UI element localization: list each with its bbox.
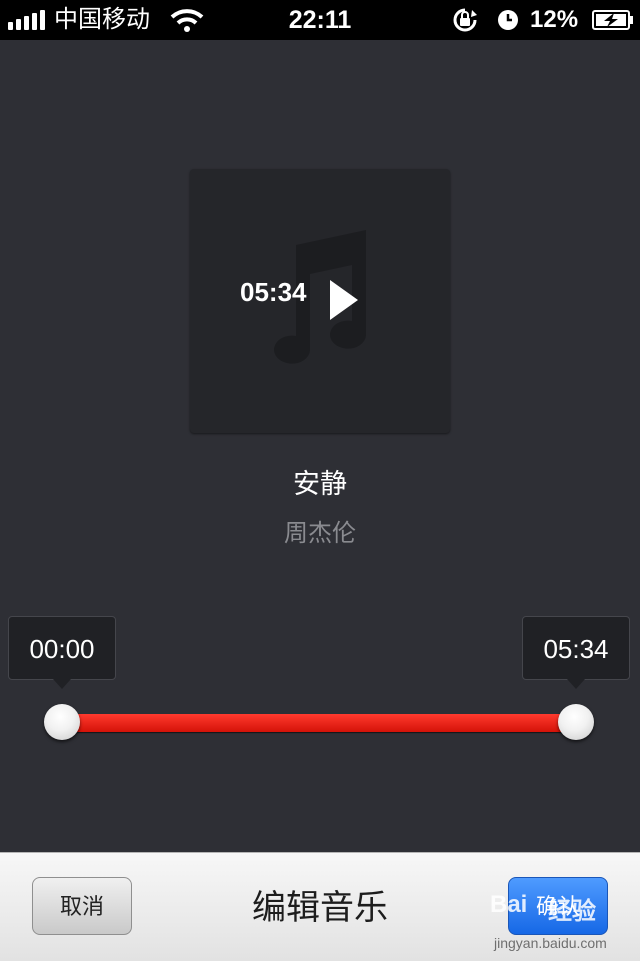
song-title: 安静 [293, 469, 347, 499]
confirm-button[interactable]: 确认 [508, 877, 608, 935]
battery-percent: 12% [530, 6, 579, 33]
alarm-clock-icon [498, 10, 518, 30]
song-artist: 周杰伦 [284, 520, 356, 547]
album-cover[interactable]: 05:34 [190, 169, 450, 433]
rotation-lock-icon [453, 8, 477, 32]
track-duration: 05:34 [240, 277, 307, 307]
battery-charging-icon [592, 10, 633, 30]
music-editor-panel: 05:34 安静 周杰伦 00:00 05:34 [0, 40, 640, 852]
end-trim-handle[interactable] [558, 704, 594, 740]
end-time-bubble: 05:34 [522, 616, 630, 689]
watermark-url: jingyan.baidu.com [494, 935, 607, 951]
start-time-bubble: 00:00 [8, 616, 116, 689]
play-icon[interactable] [328, 279, 360, 321]
trim-range-track[interactable] [62, 714, 576, 732]
status-bar: 中国移动 22:11 12% [0, 0, 640, 40]
bottom-toolbar: 取消 编辑音乐 确认 Bai 经验 jingyan.baidu.com [0, 852, 640, 961]
start-trim-handle[interactable] [44, 704, 80, 740]
